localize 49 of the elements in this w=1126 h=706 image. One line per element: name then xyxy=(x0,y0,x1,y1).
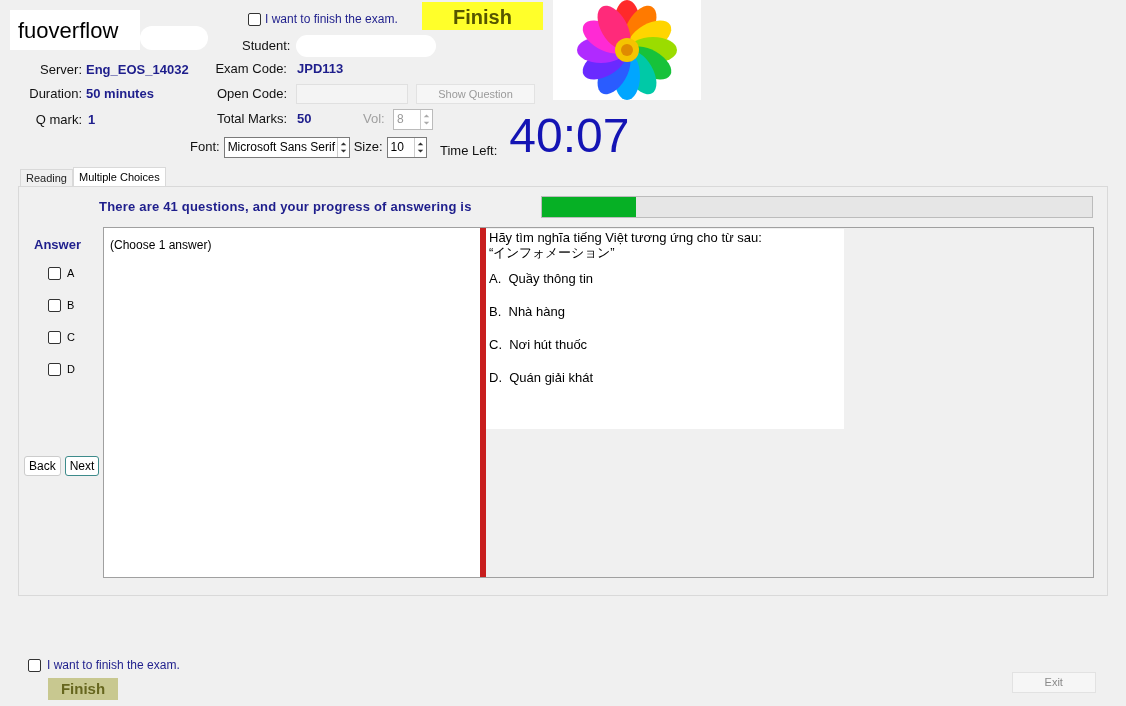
answer-checkbox[interactable] xyxy=(48,362,61,376)
finish-checkbox-label: I want to finish the exam. xyxy=(265,11,398,28)
font-label: Font: xyxy=(190,138,220,157)
student-label: Student: xyxy=(242,37,291,56)
exam-code-label: Exam Code: xyxy=(214,60,287,79)
answer-checkbox[interactable] xyxy=(48,266,61,280)
question-text: Hãy tìm nghĩa tiếng Việt tương ứng cho từ sau: xyxy=(489,230,763,245)
answer-checkbox[interactable] xyxy=(48,298,61,312)
question-text: “インフォメーション” xyxy=(489,245,616,260)
duration-value: 50 minutes xyxy=(86,85,154,104)
tab[interactable]: Reading xyxy=(20,169,73,186)
server-value: Eng_EOS_14032 xyxy=(86,61,189,80)
open-code-label: Open Code: xyxy=(215,85,287,104)
server-label: Server: xyxy=(39,61,82,80)
question-choice: A. Quầy thông tin xyxy=(489,270,595,288)
time-left-value: 40:07 xyxy=(509,112,630,160)
size-label: Size: xyxy=(353,138,383,157)
question-choice: B. Nhà hàng xyxy=(489,303,566,321)
nav-button[interactable]: Next xyxy=(64,455,100,476)
finish-button[interactable]: Finish xyxy=(422,2,543,30)
nav-button[interactable]: Back xyxy=(24,455,61,476)
finish-checkbox[interactable] xyxy=(248,12,261,26)
tab[interactable]: Multiple Choices xyxy=(73,167,166,186)
finish-checkbox[interactable] xyxy=(28,658,41,672)
answer-option-label: C xyxy=(67,329,75,345)
finish-checkbox-label: I want to finish the exam. xyxy=(47,657,180,674)
spinner-arrows-icon[interactable] xyxy=(413,137,426,157)
total-marks-value: 50 xyxy=(297,110,313,129)
exam-code-value: JPD113 xyxy=(297,60,344,79)
answer-checkbox[interactable] xyxy=(48,330,61,344)
duration-label: Duration: xyxy=(28,85,82,104)
q-mark-label: Q mark: xyxy=(34,111,82,129)
spinner-arrows-icon[interactable] xyxy=(336,137,349,157)
progress-text: There are 41 questions, and your progress of answering is xyxy=(99,198,473,217)
question-choice: C. Nơi hút thuốc xyxy=(489,336,589,354)
time-left-label: Time Left: xyxy=(440,142,498,161)
answer-option-label: B xyxy=(67,297,75,313)
answer-option-label: D xyxy=(67,361,75,377)
answer-option-label: A xyxy=(67,265,75,281)
answer-title: Answer xyxy=(34,236,82,254)
answer-text-area[interactable]: (Choose 1 answer) xyxy=(104,228,480,577)
spin-box[interactable]: Microsoft Sans Serif xyxy=(223,136,350,158)
spin-box[interactable]: 10 xyxy=(386,136,427,158)
logo-text: fuoverflow xyxy=(10,10,140,50)
question-choice: D. Quán giải khát xyxy=(489,369,595,387)
vol-label: Vol: xyxy=(363,110,386,129)
answer-hint: (Choose 1 answer) xyxy=(110,238,212,252)
q-mark-value: 1 xyxy=(88,111,96,129)
total-marks-label: Total Marks: xyxy=(215,110,287,129)
